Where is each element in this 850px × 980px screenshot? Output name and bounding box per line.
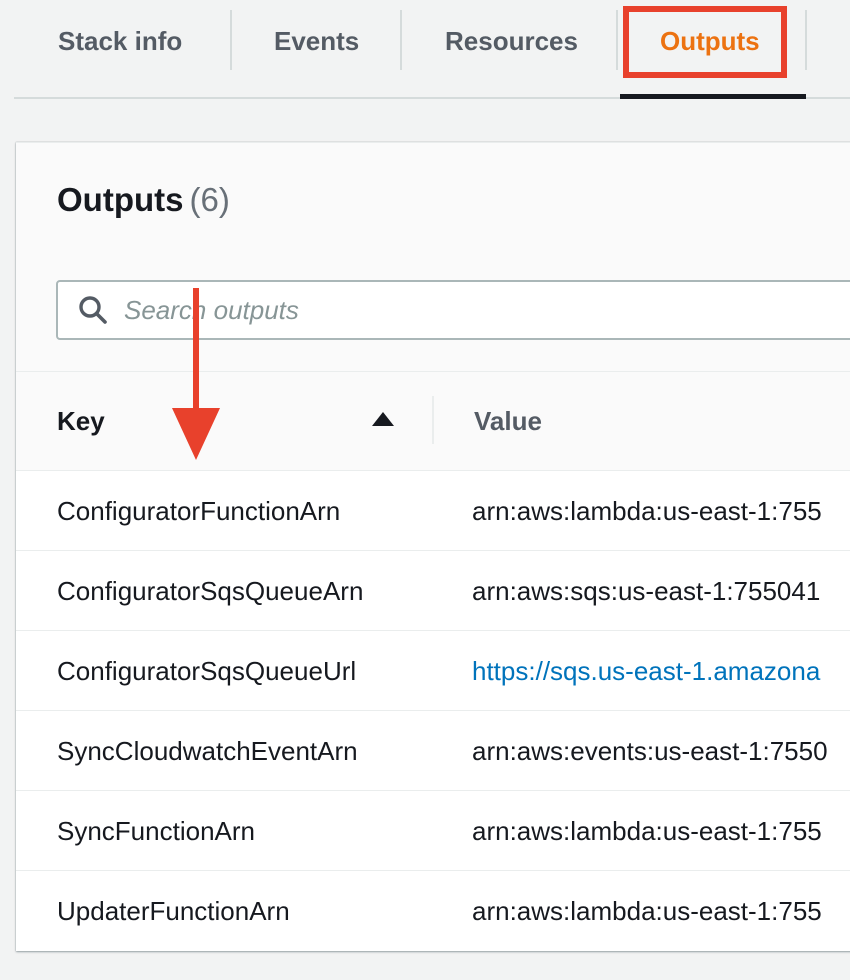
tab-resources[interactable]: Resources bbox=[445, 0, 578, 82]
down-arrow-icon bbox=[172, 288, 220, 460]
output-value-link[interactable]: https://sqs.us-east-1.amazona bbox=[472, 631, 820, 711]
output-key: ConfiguratorFunctionArn bbox=[57, 496, 341, 526]
table-row: SyncCloudwatchEventArn arn:aws:events:us… bbox=[16, 711, 850, 791]
tab-divider bbox=[616, 10, 618, 70]
tab-divider bbox=[230, 10, 232, 70]
output-key: ConfiguratorSqsQueueUrl bbox=[57, 656, 357, 686]
table-row: ConfiguratorSqsQueueArn arn:aws:sqs:us-e… bbox=[16, 551, 850, 631]
output-value: arn:aws:events:us-east-1:7550 bbox=[472, 736, 828, 766]
table-row: ConfiguratorFunctionArn arn:aws:lambda:u… bbox=[16, 471, 850, 551]
output-value: arn:aws:lambda:us-east-1:755 bbox=[472, 496, 822, 526]
column-divider[interactable] bbox=[432, 396, 434, 444]
stack-tabs: Stack info Events Resources Outputs bbox=[0, 0, 850, 100]
outputs-panel-header: Outputs (6) bbox=[16, 143, 850, 372]
outputs-tab-highlight-annotation bbox=[623, 6, 787, 78]
cloudformation-stack-page: Stack info Events Resources Outputs Outp… bbox=[0, 0, 850, 980]
tab-divider bbox=[400, 10, 402, 70]
output-key: UpdaterFunctionArn bbox=[57, 896, 290, 926]
outputs-table: Key Value ConfiguratorFunctionArn arn:aw… bbox=[16, 372, 850, 951]
column-header-value[interactable]: Value bbox=[474, 372, 542, 470]
panel-title: Outputs (6) bbox=[57, 181, 230, 219]
tab-divider bbox=[805, 10, 807, 70]
tab-stack-info[interactable]: Stack info bbox=[58, 0, 182, 82]
output-key: SyncCloudwatchEventArn bbox=[57, 736, 358, 766]
table-row: ConfiguratorSqsQueueUrl https://sqs.us-e… bbox=[16, 631, 850, 711]
active-tab-indicator bbox=[620, 94, 806, 99]
table-header: Key Value bbox=[16, 372, 850, 471]
output-key: SyncFunctionArn bbox=[57, 816, 255, 846]
sort-ascending-icon[interactable] bbox=[372, 412, 394, 426]
table-row: SyncFunctionArn arn:aws:lambda:us-east-1… bbox=[16, 791, 850, 871]
output-value: arn:aws:lambda:us-east-1:755 bbox=[472, 816, 822, 846]
search-input[interactable] bbox=[124, 282, 824, 338]
search-icon bbox=[79, 296, 107, 324]
tab-events[interactable]: Events bbox=[274, 0, 359, 82]
output-value: arn:aws:lambda:us-east-1:755 bbox=[472, 896, 822, 926]
table-row: UpdaterFunctionArn arn:aws:lambda:us-eas… bbox=[16, 871, 850, 951]
column-header-key[interactable]: Key bbox=[57, 372, 105, 470]
output-value: arn:aws:sqs:us-east-1:755041 bbox=[472, 576, 821, 606]
panel-title-text: Outputs bbox=[57, 181, 184, 218]
outputs-count: (6) bbox=[189, 181, 230, 218]
outputs-panel: Outputs(6) Key Value ConfiguratorFunctio… bbox=[16, 142, 850, 951]
output-key: ConfiguratorSqsQueueArn bbox=[57, 576, 364, 606]
